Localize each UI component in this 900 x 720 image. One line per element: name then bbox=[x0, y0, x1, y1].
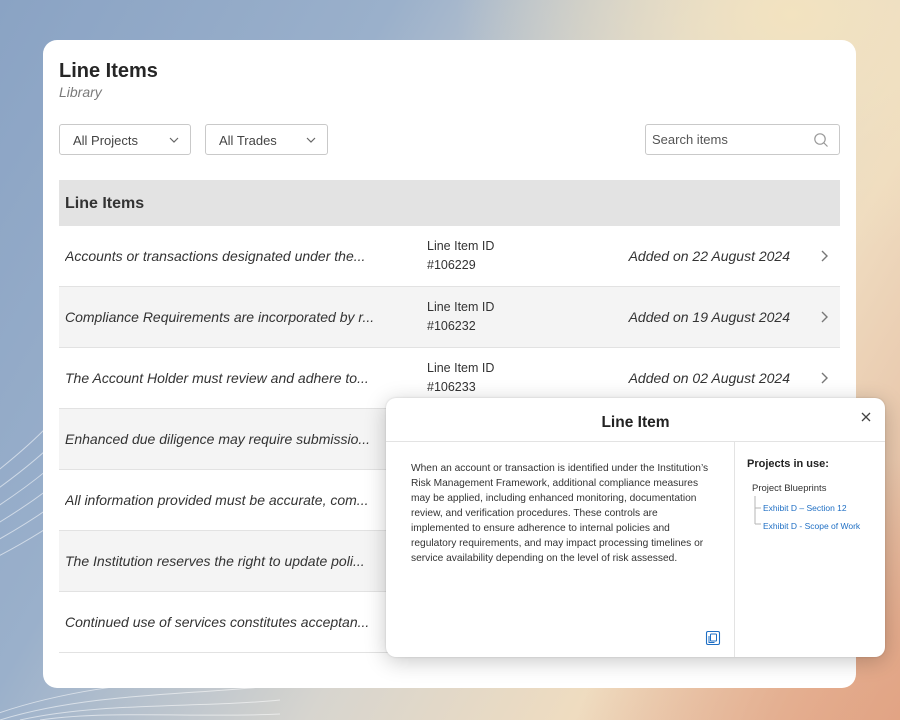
projects-in-use-heading: Projects in use: bbox=[747, 458, 829, 470]
project-link-section-12[interactable]: Exhibit D – Section 12 bbox=[763, 503, 847, 513]
row-description: Compliance Requirements are incorporated… bbox=[65, 309, 375, 325]
table-row[interactable]: Compliance Requirements are incorporated… bbox=[59, 287, 840, 348]
table-row[interactable]: Accounts or transactions designated unde… bbox=[59, 226, 840, 287]
chevron-right-icon[interactable] bbox=[818, 249, 830, 263]
tree-connector bbox=[754, 496, 761, 525]
modal-title: Line Item bbox=[601, 414, 670, 431]
row-id-value: #106232 bbox=[427, 319, 476, 333]
row-id-label: Line Item ID bbox=[427, 361, 495, 375]
chevron-right-icon[interactable] bbox=[818, 371, 830, 385]
row-date: Added on 19 August 2024 bbox=[628, 309, 790, 325]
row-date: Added on 02 August 2024 bbox=[628, 370, 790, 386]
trades-filter-value: All Trades bbox=[219, 133, 277, 148]
modal-body-text: When an account or transaction is identi… bbox=[411, 463, 709, 564]
search-box bbox=[645, 124, 840, 155]
row-description: Accounts or transactions designated unde… bbox=[65, 248, 366, 264]
row-description: Continued use of services constitutes ac… bbox=[65, 614, 370, 630]
table-header: Line Items bbox=[59, 180, 840, 226]
search-input[interactable] bbox=[646, 125, 796, 154]
chevron-right-icon[interactable] bbox=[818, 310, 830, 324]
row-id-value: #106229 bbox=[427, 258, 476, 272]
projects-filter-select[interactable]: All Projects bbox=[59, 124, 191, 155]
row-date: Added on 22 August 2024 bbox=[628, 248, 790, 264]
project-name: Project Blueprints bbox=[752, 483, 827, 494]
trades-filter-select[interactable]: All Trades bbox=[205, 124, 328, 155]
line-item-modal: Line Item When an account or transaction… bbox=[386, 398, 885, 657]
row-id-value: #106233 bbox=[427, 380, 476, 394]
modal-divider bbox=[386, 441, 885, 442]
copy-icon[interactable] bbox=[705, 630, 721, 646]
project-link-scope-of-work[interactable]: Exhibit D - Scope of Work bbox=[763, 521, 860, 531]
modal-column-divider bbox=[734, 442, 735, 657]
row-description: Enhanced due diligence may require submi… bbox=[65, 431, 371, 447]
search-icon[interactable] bbox=[813, 132, 829, 148]
close-icon[interactable] bbox=[859, 410, 873, 424]
row-description: The Account Holder must review and adher… bbox=[65, 370, 369, 386]
chevron-down-icon bbox=[306, 137, 316, 143]
row-id-label: Line Item ID bbox=[427, 300, 495, 314]
row-description: All information provided must be accurat… bbox=[65, 492, 369, 508]
row-description: The Institution reserves the right to up… bbox=[65, 553, 365, 569]
page-subtitle: Library bbox=[59, 84, 102, 100]
page-title: Line Items bbox=[59, 60, 158, 82]
projects-filter-value: All Projects bbox=[73, 133, 139, 148]
row-id-label: Line Item ID bbox=[427, 239, 495, 253]
chevron-down-icon bbox=[169, 137, 179, 143]
